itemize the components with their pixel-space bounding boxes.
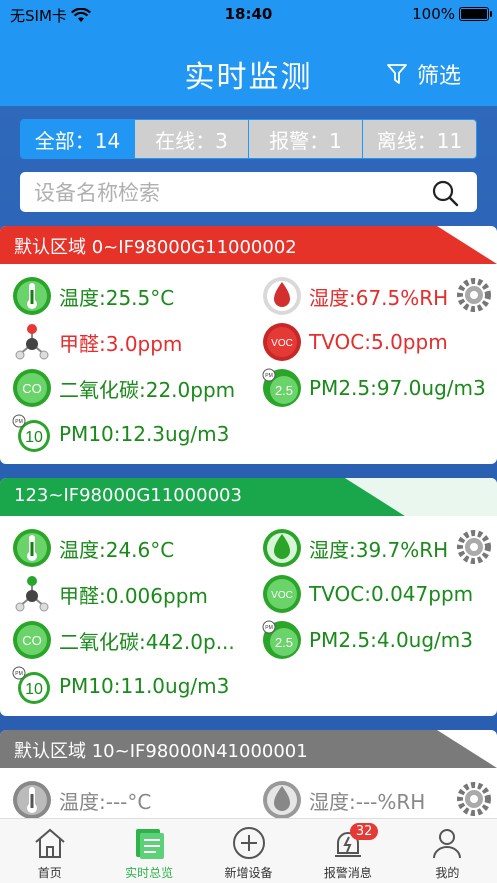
device-card[interactable]: 默认区域 10~IF98000N41000001 温度:---°C 湿度:---… — [0, 730, 497, 818]
pm25-icon: 2.5PM — [262, 368, 301, 407]
formaldehyde-value: 甲醛:0.006ppm — [59, 583, 208, 608]
svg-text:CO: CO — [22, 633, 42, 648]
content-area: 全部：14 在线：3 报警：1 离线：11 设备名称检索 默认区域 0~IF98… — [0, 106, 497, 818]
co2-icon: CO — [13, 369, 51, 407]
svg-text:2.5: 2.5 — [275, 635, 293, 650]
svg-text:VOC: VOC — [271, 590, 293, 601]
nav-bar: 实时监测 筛选 — [0, 30, 497, 106]
pm25-value: PM2.5:97.0ug/m3 — [309, 376, 486, 400]
segment-alarm[interactable]: 报警：1 — [248, 120, 362, 158]
device-title: 123~IF98000G11000003 — [14, 485, 242, 506]
filter-button[interactable]: 筛选 — [387, 58, 461, 90]
pm10-icon: 10PM — [12, 666, 50, 704]
svg-text:VOC: VOC — [271, 338, 293, 349]
humidity-icon — [263, 529, 301, 567]
tab-profile[interactable]: 我的 — [398, 819, 497, 883]
tab-label: 实时总览 — [125, 866, 174, 880]
pm10-value: PM10:12.3ug/m3 — [59, 422, 230, 446]
tab-bar: 首页 实时总览 新增设备 报警消息 32 我的 — [0, 818, 497, 883]
battery-percent: 100% — [412, 5, 455, 23]
formaldehyde-value: 甲醛:3.0ppm — [59, 331, 183, 356]
tab-home[interactable]: 首页 — [0, 819, 99, 883]
settings-gear-icon[interactable] — [457, 530, 491, 564]
humidity-icon — [263, 277, 301, 315]
home-icon — [35, 828, 65, 858]
svg-text:PM: PM — [15, 419, 23, 425]
device-card[interactable]: 默认区域 0~IF98000G11000002 温度:25.5°C 湿度:67.… — [0, 226, 497, 464]
device-title: 默认区域 10~IF98000N41000001 — [14, 741, 308, 762]
filter-label: 筛选 — [416, 64, 461, 89]
search-icon[interactable] — [431, 179, 459, 207]
svg-text:CO: CO — [22, 381, 42, 396]
humidity-value: 湿度:---%RH — [309, 789, 426, 814]
co2-icon: CO — [13, 621, 51, 659]
svg-text:PM: PM — [15, 671, 23, 677]
settings-gear-icon[interactable] — [457, 278, 491, 312]
segment-offline[interactable]: 离线：11 — [362, 120, 476, 158]
temperature-value: 温度:---°C — [59, 789, 152, 814]
pm25-icon: 2.5PM — [262, 620, 301, 659]
status-segmented-control: 全部：14 在线：3 报警：1 离线：11 — [20, 119, 477, 159]
tvoc-icon: VOC — [263, 323, 301, 361]
thermometer-icon — [13, 529, 51, 567]
device-card-header: 默认区域 10~IF98000N41000001 — [0, 730, 497, 768]
tab-label: 新增设备 — [224, 866, 273, 880]
temperature-value: 温度:24.6°C — [59, 537, 175, 562]
device-card-header: 123~IF98000G11000003 — [0, 478, 497, 516]
thermometer-icon — [13, 781, 51, 818]
tab-label: 报警消息 — [323, 866, 372, 880]
thermometer-icon — [13, 277, 51, 315]
segment-online[interactable]: 在线：3 — [134, 120, 248, 158]
status-bar: 无SIM卡 18:40 100% — [0, 0, 497, 30]
pm10-icon: 10PM — [12, 414, 50, 452]
svg-text:PM: PM — [265, 625, 273, 631]
svg-text:2.5: 2.5 — [275, 383, 293, 398]
co2-value: 二氧化碳:22.0ppm — [59, 377, 236, 402]
tab-alarm[interactable]: 报警消息 32 — [298, 819, 397, 883]
pm10-value: PM10:11.0ug/m3 — [59, 674, 230, 698]
device-card-header: 默认区域 0~IF98000G11000002 — [0, 226, 497, 264]
tvoc-icon: VOC — [263, 575, 301, 613]
segment-all[interactable]: 全部：14 — [21, 120, 134, 158]
formaldehyde-molecule-icon — [15, 324, 49, 360]
co2-value: 二氧化碳:442.0p... — [59, 629, 235, 654]
battery-icon — [459, 7, 492, 21]
humidity-icon — [263, 781, 301, 818]
add-device-icon — [232, 827, 265, 859]
filter-icon — [387, 64, 407, 84]
tab-overview[interactable]: 实时总览 — [99, 819, 198, 883]
svg-text:PM: PM — [265, 373, 273, 379]
tab-label: 首页 — [37, 866, 62, 880]
svg-text:10: 10 — [25, 681, 43, 698]
humidity-value: 湿度:67.5%RH — [309, 285, 449, 310]
svg-text:10: 10 — [25, 429, 43, 446]
humidity-value: 湿度:39.7%RH — [309, 537, 449, 562]
formaldehyde-molecule-icon — [15, 576, 49, 612]
settings-gear-icon[interactable] — [457, 782, 491, 816]
device-title: 默认区域 0~IF98000G11000002 — [14, 237, 297, 258]
tvoc-value: TVOC:0.047ppm — [309, 582, 474, 606]
temperature-value: 温度:25.5°C — [59, 285, 175, 310]
tab-label: 我的 — [435, 866, 460, 880]
alarm-count-badge: 32 — [349, 823, 379, 840]
device-card[interactable]: 123~IF98000G11000003 温度:24.6°C 湿度:39.7%R… — [0, 478, 497, 716]
profile-icon — [433, 829, 462, 859]
tab-add-device[interactable]: 新增设备 — [199, 819, 298, 883]
pm25-value: PM2.5:4.0ug/m3 — [309, 628, 473, 652]
tvoc-value: TVOC:5.0ppm — [309, 330, 448, 354]
overview-icon — [136, 829, 165, 859]
search-placeholder: 设备名称检索 — [34, 181, 160, 205]
search-input[interactable]: 设备名称检索 — [20, 172, 477, 212]
